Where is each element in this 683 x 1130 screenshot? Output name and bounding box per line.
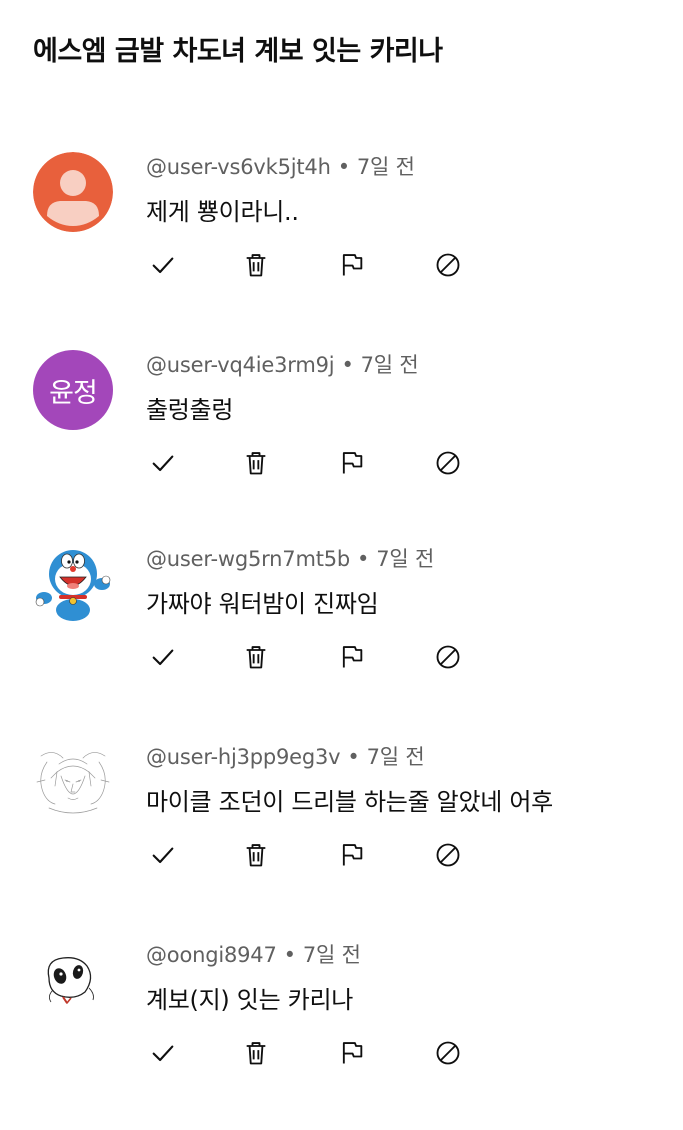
- separator-dot: •: [357, 547, 370, 571]
- block-button[interactable]: [431, 446, 465, 480]
- trash-icon: [246, 844, 266, 867]
- delete-button[interactable]: [239, 838, 273, 872]
- avatar[interactable]: [33, 152, 113, 232]
- author-handle[interactable]: @user-vq4ie3rm9j: [146, 353, 335, 377]
- default-person-icon: [33, 152, 113, 232]
- check-icon: [152, 649, 174, 666]
- comment-time: 7일 전: [366, 745, 425, 769]
- flag-icon: [342, 1042, 363, 1064]
- report-button[interactable]: [335, 446, 369, 480]
- comment-meta: @user-vs6vk5jt4h • 7일 전: [146, 152, 415, 182]
- comment-meta: @user-vq4ie3rm9j • 7일 전: [146, 350, 419, 380]
- trash-icon: [246, 452, 266, 475]
- separator-dot: •: [337, 155, 350, 179]
- author-handle[interactable]: @user-wg5rn7mt5b: [146, 547, 350, 571]
- check-icon: [152, 455, 174, 472]
- comment-time: 7일 전: [356, 155, 415, 179]
- report-button[interactable]: [335, 838, 369, 872]
- avatar-initials: 윤정: [49, 377, 98, 409]
- comment-time: 7일 전: [302, 943, 361, 967]
- block-button[interactable]: [431, 838, 465, 872]
- flag-icon: [342, 254, 363, 276]
- block-button[interactable]: [431, 1036, 465, 1070]
- block-button[interactable]: [431, 248, 465, 282]
- separator-dot: •: [283, 943, 296, 967]
- comment-time: 7일 전: [376, 547, 435, 571]
- report-button[interactable]: [335, 248, 369, 282]
- comment-time: 7일 전: [360, 353, 419, 377]
- comment-item: @user-vs6vk5jt4h • 7일 전 제게 뿅이라니..: [0, 152, 683, 342]
- block-icon: [436, 451, 460, 475]
- block-button[interactable]: [431, 640, 465, 674]
- approve-button[interactable]: [146, 838, 180, 872]
- block-icon: [436, 1041, 460, 1065]
- comment-meta: @oongi8947 • 7일 전: [146, 940, 361, 970]
- author-handle[interactable]: @oongi8947: [146, 943, 277, 967]
- comment-text: 가짜야 워터밤이 진짜임: [146, 590, 379, 618]
- comment-text: 출렁출렁: [146, 396, 234, 424]
- page-title: 에스엠 금발 차도녀 계보 잇는 카리나: [33, 36, 443, 67]
- delete-button[interactable]: [239, 640, 273, 674]
- check-icon: [152, 1045, 174, 1062]
- comment-item: @oongi8947 • 7일 전 계보(지) 잇는 카리나: [0, 940, 683, 1130]
- comment-text: 계보(지) 잇는 카리나: [146, 986, 354, 1014]
- flag-icon: [342, 646, 363, 668]
- delete-button[interactable]: [239, 248, 273, 282]
- comment-meta: @user-wg5rn7mt5b • 7일 전: [146, 544, 434, 574]
- report-button[interactable]: [335, 640, 369, 674]
- comment-item: 윤정 @user-vq4ie3rm9j • 7일 전 출렁출렁: [0, 350, 683, 540]
- doodle-face-icon: [47, 957, 94, 1004]
- trash-icon: [246, 646, 266, 669]
- block-icon: [436, 253, 460, 277]
- approve-button[interactable]: [146, 446, 180, 480]
- comment-text: 제게 뿅이라니..: [146, 198, 299, 226]
- avatar[interactable]: 윤정: [33, 350, 113, 430]
- report-button[interactable]: [335, 1036, 369, 1070]
- separator-dot: •: [341, 353, 354, 377]
- approve-button[interactable]: [146, 248, 180, 282]
- comment-meta: @user-hj3pp9eg3v • 7일 전: [146, 742, 425, 772]
- cartoon-cat-icon: [35, 550, 111, 621]
- block-icon: [436, 843, 460, 867]
- comment-text: 마이클 조던이 드리블 하는줄 알았네 어후: [146, 788, 553, 816]
- avatar[interactable]: [33, 940, 113, 1020]
- comment-item: @user-wg5rn7mt5b • 7일 전 가짜야 워터밤이 진짜임: [0, 544, 683, 734]
- trash-icon: [246, 254, 266, 277]
- delete-button[interactable]: [239, 1036, 273, 1070]
- delete-button[interactable]: [239, 446, 273, 480]
- check-icon: [152, 257, 174, 274]
- author-handle[interactable]: @user-hj3pp9eg3v: [146, 745, 341, 769]
- author-handle[interactable]: @user-vs6vk5jt4h: [146, 155, 331, 179]
- avatar[interactable]: [33, 742, 113, 822]
- avatar[interactable]: [33, 544, 113, 624]
- comment-item: @user-hj3pp9eg3v • 7일 전 마이클 조던이 드리블 하는줄 알았…: [0, 742, 683, 932]
- separator-dot: •: [347, 745, 360, 769]
- trash-icon: [246, 1042, 266, 1065]
- check-icon: [152, 847, 174, 864]
- approve-button[interactable]: [146, 1036, 180, 1070]
- sketch-face-icon: [36, 752, 110, 814]
- flag-icon: [342, 844, 363, 866]
- block-icon: [436, 645, 460, 669]
- flag-icon: [342, 452, 363, 474]
- approve-button[interactable]: [146, 640, 180, 674]
